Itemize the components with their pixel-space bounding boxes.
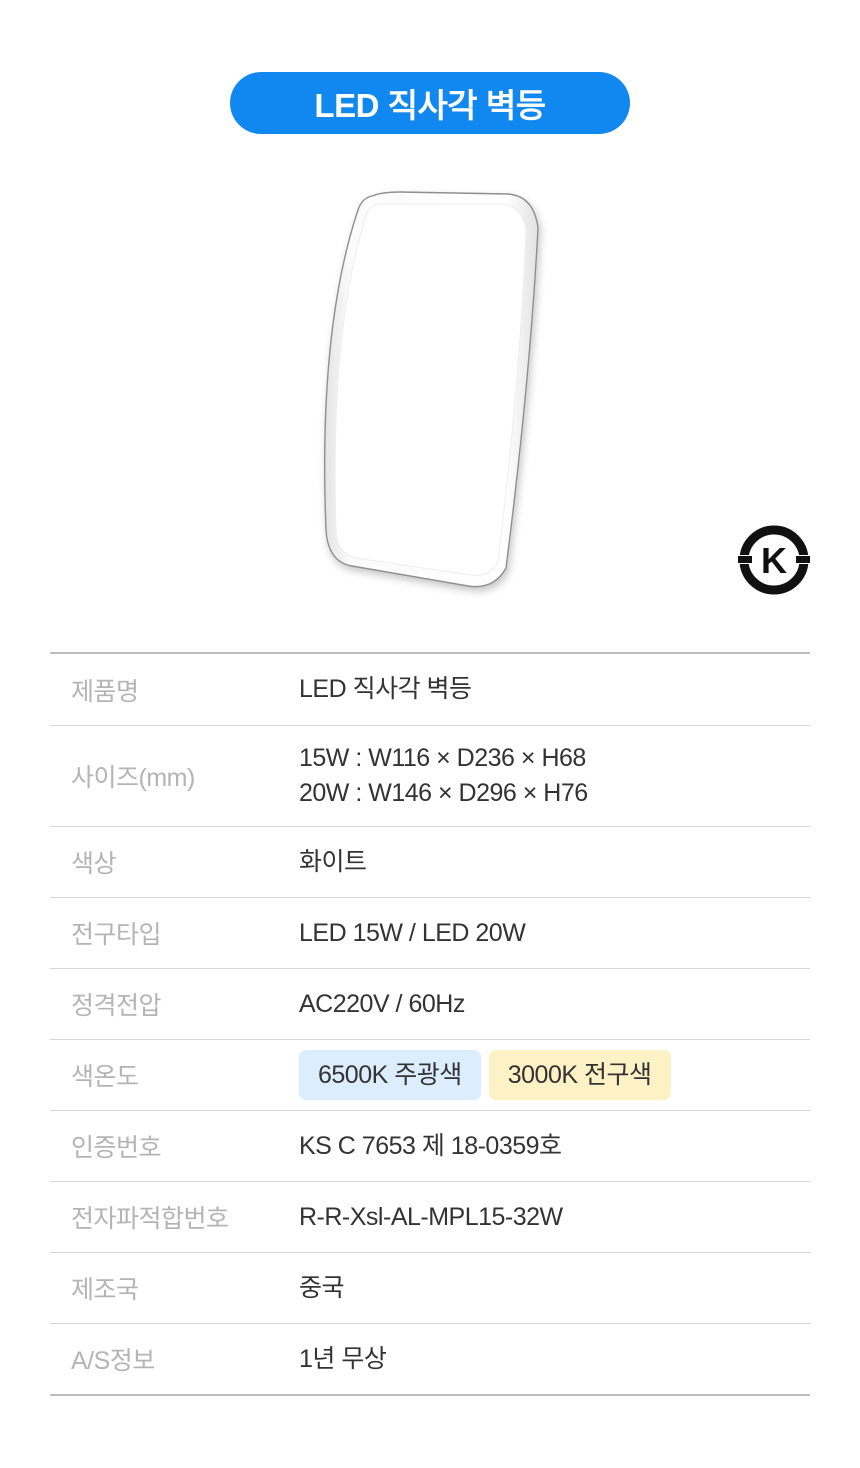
spec-label: 전자파적합번호: [71, 1205, 229, 1233]
size-line-15w: 15W : W116 × D236 × H68: [299, 744, 586, 772]
spec-label: 제품명: [71, 677, 139, 706]
svg-text:K: K: [761, 540, 787, 581]
spec-row-size: 사이즈(mm) 15W : W116 × D236 × H68 20W : W1…: [50, 725, 810, 826]
spec-label: 제조국: [71, 1276, 139, 1304]
spec-row-country: 제조국 중국: [50, 1252, 810, 1323]
size-line-20w: 20W : W146 × D296 × H76: [299, 779, 588, 807]
spec-table: 제품명 LED 직사각 벽등 사이즈(mm) 15W : W116 × D236…: [50, 652, 810, 1396]
spec-label: 전구타입: [71, 921, 162, 949]
spec-label: 사이즈(mm): [71, 764, 195, 792]
spec-row-emc-number: 전자파적합번호 R-R-Xsl-AL-MPL15-32W: [50, 1181, 810, 1252]
spec-value: 15W : W116 × D236 × H68 20W : W146 × D29…: [299, 741, 588, 811]
spec-label: 색온도: [71, 1063, 139, 1091]
page-title: LED 직사각 벽등: [230, 72, 630, 134]
spec-row-color-temperature: 색온도 6500K 주광색 3000K 전구색: [50, 1039, 810, 1110]
spec-value: 6500K 주광색 3000K 전구색: [299, 1050, 679, 1100]
spec-row-product-name: 제품명 LED 직사각 벽등: [50, 654, 810, 725]
spec-row-bulb-type: 전구타입 LED 15W / LED 20W: [50, 897, 810, 968]
spec-value: LED 15W / LED 20W: [299, 918, 526, 947]
warm-white-tag: 3000K 전구색: [488, 1050, 671, 1100]
spec-value: 중국: [299, 1273, 345, 1302]
spec-value: 화이트: [299, 847, 367, 876]
product-image: [323, 191, 539, 588]
spec-row-as-info: A/S정보 1년 무상: [50, 1323, 810, 1394]
spec-row-certification-number: 인증번호 KS C 7653 제 18-0359호: [50, 1110, 810, 1181]
spec-row-voltage: 정격전압 AC220V / 60Hz: [50, 968, 810, 1039]
ks-certification-icon: K: [736, 525, 812, 595]
spec-label: 색상: [71, 850, 117, 878]
spec-value: 1년 무상: [299, 1344, 387, 1373]
spec-value: R-R-Xsl-AL-MPL15-32W: [299, 1202, 563, 1231]
daylight-tag: 6500K 주광색: [299, 1050, 481, 1100]
spec-value: LED 직사각 벽등: [299, 675, 472, 703]
spec-row-color: 색상 화이트: [50, 826, 810, 897]
spec-label: 인증번호: [71, 1134, 162, 1162]
spec-value: KS C 7653 제 18-0359호: [299, 1131, 562, 1160]
spec-label: A/S정보: [71, 1347, 155, 1375]
spec-value: AC220V / 60Hz: [299, 989, 465, 1018]
spec-label: 정격전압: [71, 992, 162, 1020]
